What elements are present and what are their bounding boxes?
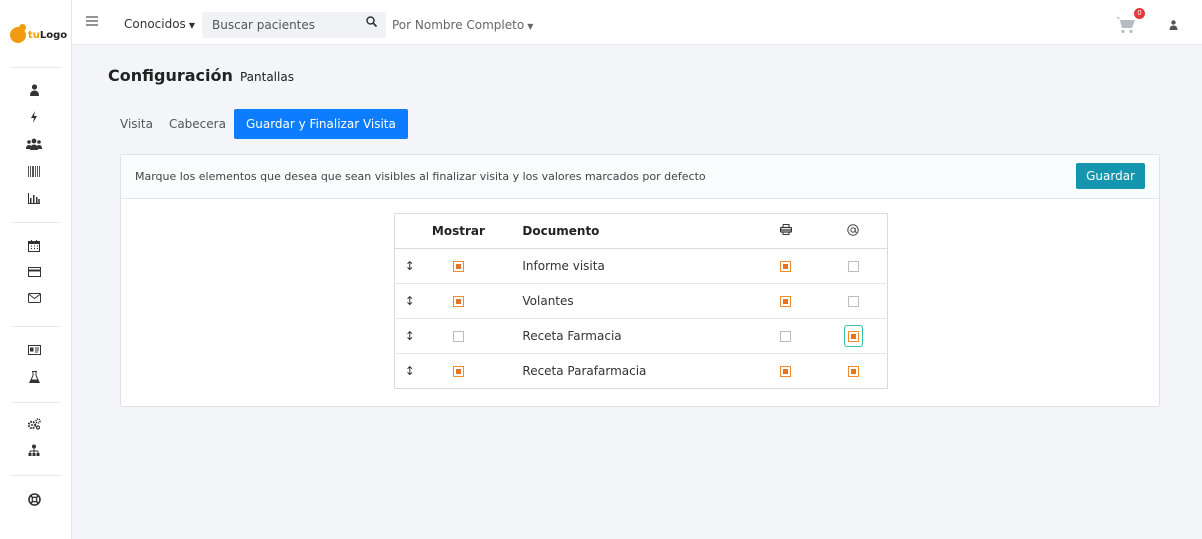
focused-checkbox-ring xyxy=(843,325,863,347)
at-icon xyxy=(847,223,860,239)
caret-down-icon: ▼ xyxy=(527,22,534,31)
config-card: Marque los elementos que desea que sean … xyxy=(120,154,1160,407)
cart-icon[interactable] xyxy=(1116,16,1136,36)
table-row: ↕ Receta Parafarmacia xyxy=(395,354,888,389)
search-mode-dropdown[interactable]: Por Nombre Completo ▼ xyxy=(392,18,533,32)
caret-down-icon: ▼ xyxy=(188,21,195,30)
config-tabs: Visita Cabecera Guardar y Finalizar Visi… xyxy=(112,109,408,139)
show-checkbox[interactable] xyxy=(452,366,464,377)
bolt-icon[interactable] xyxy=(26,109,42,125)
sitemap-icon[interactable] xyxy=(26,442,42,458)
mail-checkbox[interactable] xyxy=(847,296,859,307)
nav-divider xyxy=(12,222,60,223)
users-icon[interactable] xyxy=(26,136,42,152)
account-user-icon[interactable] xyxy=(1169,20,1178,33)
envelope-icon[interactable] xyxy=(26,290,42,306)
tab-cabecera[interactable]: Cabecera xyxy=(161,109,234,139)
drag-handle-icon[interactable]: ↕ xyxy=(405,364,415,378)
nav-divider xyxy=(12,475,60,476)
show-checkbox[interactable] xyxy=(452,296,464,307)
patient-search-box xyxy=(202,12,386,38)
documents-table: Mostrar Documento ↕ Informe visita ↕ Vol… xyxy=(394,213,888,389)
table-row: ↕ Informe visita xyxy=(394,248,888,284)
drag-handle-icon[interactable]: ↕ xyxy=(405,294,415,308)
cogs-icon[interactable] xyxy=(26,416,42,432)
nav-divider xyxy=(12,402,60,403)
known-dropdown-label: Conocidos xyxy=(124,17,186,31)
nav-divider xyxy=(12,326,60,327)
user-icon[interactable] xyxy=(26,82,42,98)
table-row: ↕ Receta Farmacia xyxy=(394,318,888,354)
nav-divider xyxy=(12,67,60,68)
print-column-header xyxy=(751,213,820,249)
document-name: Receta Farmacia xyxy=(492,318,752,354)
logo-text: Logo xyxy=(39,29,68,41)
calendar-icon[interactable] xyxy=(26,238,42,254)
lifebuoy-icon[interactable] xyxy=(26,491,42,507)
tab-visita[interactable]: Visita xyxy=(112,109,161,139)
print-checkbox[interactable] xyxy=(780,261,792,272)
print-checkbox[interactable] xyxy=(780,331,792,342)
printer-icon xyxy=(779,224,792,238)
page-title: Configuración Pantallas xyxy=(108,66,294,85)
print-checkbox[interactable] xyxy=(780,296,792,307)
document-column-header: Documento xyxy=(492,213,752,249)
known-dropdown[interactable]: Conocidos ▼ xyxy=(124,17,195,31)
show-checkbox[interactable] xyxy=(452,261,464,272)
mail-checkbox[interactable] xyxy=(847,331,859,342)
show-column-header: Mostrar xyxy=(424,213,493,249)
logo-prefix: tu xyxy=(28,29,40,41)
mail-checkbox[interactable] xyxy=(847,366,859,377)
print-checkbox[interactable] xyxy=(780,366,792,377)
page-subtitle: Pantallas xyxy=(239,70,294,84)
chart-icon[interactable] xyxy=(26,190,42,206)
search-icon[interactable] xyxy=(366,16,378,30)
tab-guardar-finalizar-visita[interactable]: Guardar y Finalizar Visita xyxy=(233,109,408,139)
card-icon[interactable] xyxy=(26,264,42,280)
drag-column-header xyxy=(394,213,425,249)
card-header: Marque los elementos que desea que sean … xyxy=(121,155,1159,199)
card-instruction: Marque los elementos que desea que sean … xyxy=(135,170,706,183)
show-checkbox[interactable] xyxy=(452,331,464,342)
hamburger-menu-icon[interactable] xyxy=(86,14,98,30)
mail-column-header xyxy=(819,213,888,249)
flask-icon[interactable] xyxy=(26,369,42,385)
top-bar: Conocidos▼ Por Nombre Completo▼ 0 xyxy=(72,0,1202,45)
save-button[interactable]: Guardar xyxy=(1076,163,1145,189)
mail-checkbox[interactable] xyxy=(847,261,859,272)
drag-handle-icon[interactable]: ↕ xyxy=(405,329,415,343)
document-name: Volantes xyxy=(492,283,752,319)
table-row: ↕ Volantes xyxy=(394,283,888,319)
document-name: Informe visita xyxy=(492,248,752,284)
sidebar: tuLogo xyxy=(0,0,72,539)
barcode-icon[interactable] xyxy=(26,163,42,179)
drag-handle-icon[interactable]: ↕ xyxy=(405,259,415,273)
logo-mark-icon xyxy=(10,24,26,43)
cart-count-badge: 0 xyxy=(1134,8,1145,19)
document-name: Receta Parafarmacia xyxy=(522,364,647,378)
patient-search-input[interactable] xyxy=(210,17,360,33)
id-card-icon[interactable] xyxy=(26,342,42,358)
table-header-row: Mostrar Documento xyxy=(394,213,888,249)
page-title-main: Configuración xyxy=(108,66,233,85)
search-mode-label: Por Nombre Completo xyxy=(392,18,525,32)
app-logo[interactable]: tuLogo xyxy=(10,24,67,46)
